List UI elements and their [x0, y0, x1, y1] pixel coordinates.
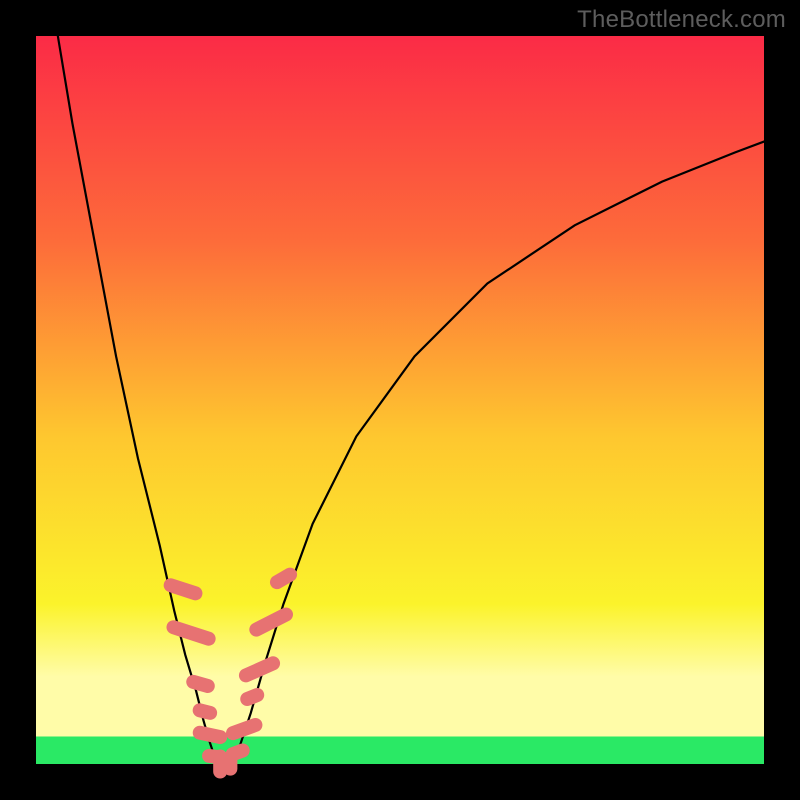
bead	[165, 618, 218, 647]
right-curve-path	[233, 142, 764, 764]
chart-stage: TheBottleneck.com	[0, 0, 800, 800]
bead	[267, 565, 299, 592]
bead	[224, 716, 264, 742]
bead	[185, 673, 217, 694]
bead	[247, 605, 296, 639]
bead	[191, 702, 218, 722]
plot-area	[36, 36, 764, 764]
bead-cluster	[162, 565, 300, 779]
bead	[162, 576, 204, 602]
curves-svg	[36, 36, 764, 764]
left-curve-path	[58, 36, 218, 764]
watermark-text: TheBottleneck.com	[577, 6, 786, 34]
